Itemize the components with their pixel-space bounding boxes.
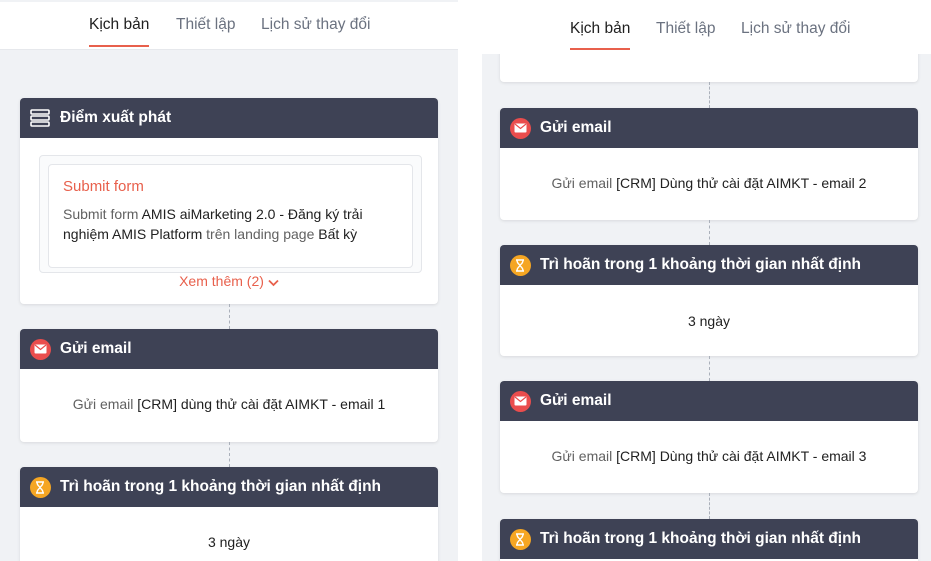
connector xyxy=(709,356,710,381)
hourglass-icon xyxy=(509,254,531,276)
email-name: [CRM] Dùng thử cài đặt AIMKT - email 2 xyxy=(616,175,867,191)
delay-step-card[interactable]: Trì hoãn trong 1 khoảng thời gian nhất đ… xyxy=(500,245,918,356)
email-step-card[interactable]: Gửi email Gửi email [CRM] Dùng thử cài đ… xyxy=(500,108,918,220)
connector xyxy=(709,82,710,108)
connector xyxy=(229,304,230,329)
email-step-header: Gửi email xyxy=(500,108,918,148)
delay-step-body: 3 ngày xyxy=(20,507,438,550)
trigger-item[interactable]: Submit form Submit form AMIS aiMarketing… xyxy=(48,164,413,268)
delay-step-card[interactable]: Trì hoãn trong 1 khoảng thời gian nhất đ… xyxy=(20,467,438,561)
delay-step-title: Trì hoãn trong 1 khoảng thời gian nhất đ… xyxy=(540,530,862,547)
list-icon xyxy=(29,107,51,129)
see-more-link[interactable]: Xem thêm (2) xyxy=(20,273,438,290)
connector xyxy=(709,493,710,519)
delay-value: 3 ngày xyxy=(207,534,251,550)
delay-step-header: Trì hoãn trong 1 khoảng thời gian nhất đ… xyxy=(20,467,438,507)
email-name: [CRM] dùng thử cài đặt AIMKT - email 1 xyxy=(137,396,386,412)
panel-divider xyxy=(458,0,482,561)
email-step-header: Gửi email xyxy=(500,381,918,421)
tab-kich-ban[interactable]: Kịch bản xyxy=(570,20,631,50)
delay-step-card[interactable]: Trì hoãn trong 1 khoảng thời gian nhất đ… xyxy=(500,519,918,561)
tab-bar: Kịch bản Thiết lập Lịch sử thay đổi xyxy=(482,0,931,54)
trigger-desc-mid: trên landing page xyxy=(206,226,315,242)
email-step-card[interactable]: Gửi email Gửi email [CRM] dùng thử cài đ… xyxy=(20,329,438,442)
email-step-title: Gửi email xyxy=(540,392,612,409)
tab-bar: Kịch bản Thiết lập Lịch sử thay đổi xyxy=(0,2,458,50)
email-step-card[interactable]: Gửi email Gửi email [CRM] Dùng thử cài đ… xyxy=(500,381,918,493)
hourglass-icon xyxy=(509,528,531,550)
email-step-title: Gửi email xyxy=(540,119,612,136)
chevron-down-icon xyxy=(268,274,279,290)
email-icon xyxy=(29,338,51,360)
delay-step-title: Trì hoãn trong 1 khoảng thời gian nhất đ… xyxy=(540,256,862,273)
trigger-desc-prefix: Submit form xyxy=(63,206,139,222)
email-name: [CRM] Dùng thử cài đặt AIMKT - email 3 xyxy=(616,448,867,464)
delay-step-header: Trì hoãn trong 1 khoảng thời gian nhất đ… xyxy=(500,519,918,559)
trigger-title: Submit form xyxy=(63,178,144,195)
tab-kich-ban[interactable]: Kịch bản xyxy=(89,16,150,47)
tab-lich-su[interactable]: Lịch sử thay đổi xyxy=(741,20,850,38)
email-step-header: Gửi email xyxy=(20,329,438,369)
email-step-prefix: Gửi email xyxy=(551,175,613,191)
left-panel: Kịch bản Thiết lập Lịch sử thay đổi Điểm… xyxy=(0,0,458,561)
email-step-body: Gửi email [CRM] dùng thử cài đặt AIMKT -… xyxy=(20,369,438,412)
right-panel: Kịch bản Thiết lập Lịch sử thay đổi Gửi … xyxy=(482,0,931,561)
email-step-prefix: Gửi email xyxy=(551,448,613,464)
start-card[interactable]: Điểm xuất phát Submit form Submit form A… xyxy=(20,98,438,304)
tab-lich-su[interactable]: Lịch sử thay đổi xyxy=(261,16,370,34)
tab-thiet-lap[interactable]: Thiết lập xyxy=(656,20,715,38)
hourglass-icon xyxy=(29,476,51,498)
delay-step-header: Trì hoãn trong 1 khoảng thời gian nhất đ… xyxy=(500,245,918,285)
connector xyxy=(709,220,710,245)
tab-thiet-lap[interactable]: Thiết lập xyxy=(176,16,235,34)
start-card-header: Điểm xuất phát xyxy=(20,98,438,138)
connector xyxy=(229,442,230,467)
delay-step-title: Trì hoãn trong 1 khoảng thời gian nhất đ… xyxy=(60,478,382,495)
email-step-title: Gửi email xyxy=(60,340,132,357)
delay-step-body: 3 ngày xyxy=(500,285,918,329)
start-card-title: Điểm xuất phát xyxy=(60,109,172,126)
see-more-label: Xem thêm (2) xyxy=(179,273,264,289)
email-step-body: Gửi email [CRM] Dùng thử cài đặt AIMKT -… xyxy=(500,421,918,464)
trigger-description: Submit form AMIS aiMarketing 2.0 - Đăng … xyxy=(63,204,398,244)
email-step-prefix: Gửi email xyxy=(72,396,134,412)
email-step-body: Gửi email [CRM] Dùng thử cài đặt AIMKT -… xyxy=(500,148,918,191)
trigger-list: Submit form Submit form AMIS aiMarketing… xyxy=(39,155,422,273)
email-icon xyxy=(509,390,531,412)
delay-value: 3 ngày xyxy=(687,313,731,329)
trigger-landing-page: Bất kỳ xyxy=(318,226,358,242)
email-icon xyxy=(509,117,531,139)
